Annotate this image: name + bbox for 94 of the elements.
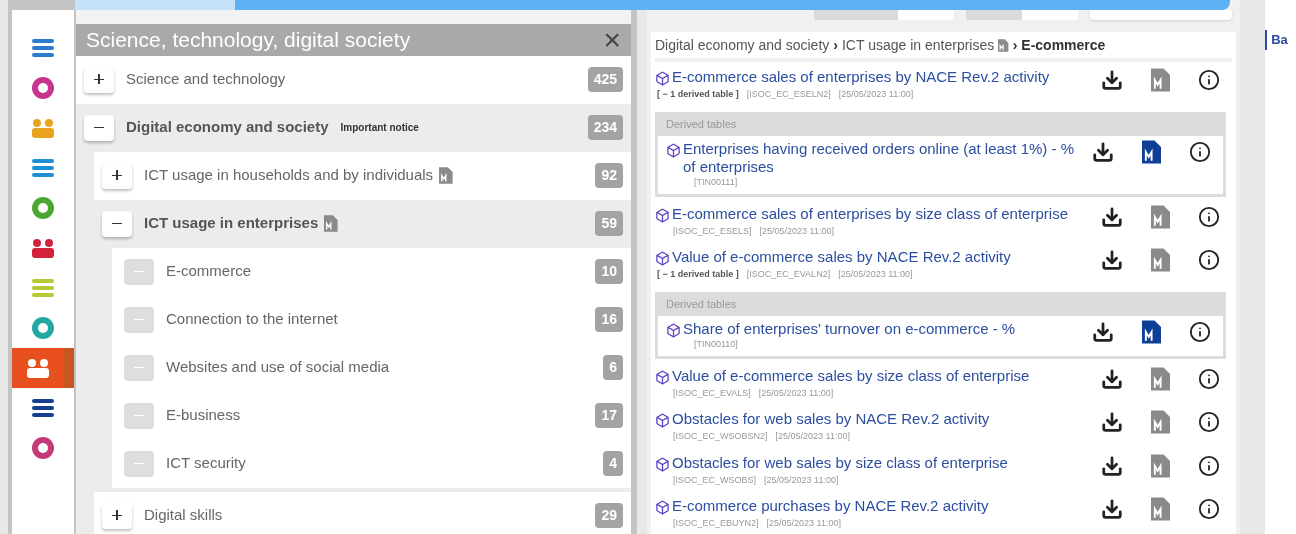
dataset-icon xyxy=(666,143,681,158)
dataset-code: [ISOC_EC_WSOBSN2] xyxy=(673,430,768,443)
dataset-code: [ISOC_EC_EBUYN2] xyxy=(673,517,759,530)
count-badge: 6 xyxy=(603,355,623,380)
download-icon[interactable] xyxy=(1091,321,1114,343)
count-badge: 425 xyxy=(587,67,623,92)
dataset-date: [25/05/2023 11:00] xyxy=(759,224,834,238)
dataset-link[interactable]: E-commerce purchases by NACE Rev.2 activity xyxy=(672,497,1005,515)
download-icon[interactable] xyxy=(1100,498,1123,520)
dataset-icon xyxy=(655,251,670,266)
dataset-icon xyxy=(655,369,670,385)
category-icon xyxy=(29,315,57,341)
dataset-date: [25/05/2023 11:00] xyxy=(766,517,841,530)
info-icon[interactable] xyxy=(1189,321,1212,343)
notice-link[interactable]: Important notice xyxy=(340,120,419,135)
expand-button[interactable] xyxy=(84,66,114,93)
download-icon[interactable] xyxy=(1091,141,1114,163)
category-icon xyxy=(29,195,57,221)
dataset-link[interactable]: Value of e-commerce sales by size class of enterprise xyxy=(672,366,1046,385)
dataset-code: [ISOC_EC_ESELN2] xyxy=(746,88,831,101)
dataset-link[interactable]: Enterprises having received orders online (at least 1%) - % of enterprises xyxy=(683,140,1092,176)
chevron-separator: › xyxy=(1012,35,1018,55)
derived-toggle[interactable]: [ − 1 derived table ] xyxy=(657,268,739,282)
dataset-code: [TIN00110] xyxy=(693,338,739,351)
dataset-code: [ISOC_EC_EVALS] xyxy=(673,386,751,400)
info-icon[interactable] xyxy=(1198,454,1221,477)
tree-item-label[interactable]: Digital skills xyxy=(144,504,223,527)
count-badge: 29 xyxy=(595,503,623,528)
panel-title: Science, technology, digital society xyxy=(86,27,411,53)
info-icon[interactable] xyxy=(1198,205,1221,228)
dataset-link[interactable]: Value of e-commerce sales by NACE Rev.2 activity xyxy=(672,248,1027,266)
count-badge: 234 xyxy=(587,115,623,140)
dataset-icon xyxy=(655,71,670,86)
tree-item-label[interactable]: ICT usage in households and by individuals xyxy=(144,164,434,187)
download-icon[interactable] xyxy=(1100,69,1123,91)
tree-item-label[interactable]: ICT security xyxy=(166,452,246,475)
chevron-separator: › xyxy=(833,35,838,55)
dataset-icon xyxy=(655,413,670,428)
count-badge: 92 xyxy=(595,163,623,188)
tree-item-label[interactable]: Websites and use of social media xyxy=(166,356,390,379)
count-badge: 16 xyxy=(595,307,623,332)
dataset-icon xyxy=(655,500,670,515)
tree-item-label[interactable]: Connection to the internet xyxy=(166,308,338,331)
dataset-date: [25/05/2023 11:00] xyxy=(838,268,913,281)
download-icon[interactable] xyxy=(1100,454,1123,477)
dataset-icon xyxy=(666,323,681,338)
info-icon[interactable] xyxy=(1198,411,1221,433)
category-icon xyxy=(29,435,57,461)
info-icon[interactable] xyxy=(1198,498,1221,520)
tree-item-label[interactable]: Science and technology xyxy=(126,68,286,91)
breadcrumb-link[interactable]: ICT usage in enterprises xyxy=(841,34,995,56)
dataset-date: [25/05/2023 11:00] xyxy=(764,473,839,487)
info-icon[interactable] xyxy=(1189,141,1212,163)
dataset-link[interactable]: Obstacles for web sales by size class of enterprise xyxy=(672,453,1024,472)
tree-item-label[interactable]: Digital economy and society xyxy=(126,116,329,139)
dataset-link[interactable]: Share of enterprises' turnover on e-commerce - % xyxy=(683,320,1032,338)
dataset-date: [25/05/2023 11:00] xyxy=(838,88,914,101)
count-badge: 10 xyxy=(595,259,623,284)
dataset-icon xyxy=(655,207,670,223)
expand-button[interactable] xyxy=(102,502,132,529)
download-icon[interactable] xyxy=(1100,249,1123,271)
info-icon[interactable] xyxy=(1198,249,1221,271)
count-badge: 4 xyxy=(603,451,623,476)
expand-button[interactable] xyxy=(102,162,132,189)
derived-heading: Derived tables xyxy=(665,116,738,132)
dataset-date: [25/05/2023 11:00] xyxy=(775,430,850,443)
tree-item-label[interactable]: E-business xyxy=(166,404,241,427)
dataset-link[interactable]: Obstacles for web sales by NACE Rev.2 activity xyxy=(672,410,1006,428)
download-icon[interactable] xyxy=(1100,205,1123,228)
download-icon[interactable] xyxy=(1100,411,1123,433)
dataset-link[interactable]: E-commerce sales of enterprises by size class of enterprise xyxy=(672,204,1084,223)
category-icon xyxy=(29,75,57,101)
count-badge: 59 xyxy=(595,211,623,236)
dataset-date: [25/05/2023 11:00] xyxy=(758,386,834,400)
metadata-icon[interactable] xyxy=(1141,140,1162,164)
tree-item-label[interactable]: E-commerce xyxy=(166,260,251,283)
dataset-link[interactable]: E-commerce sales of enterprises by NACE Rev.2 activity xyxy=(672,68,1066,86)
dataset-code: [TIN00111] xyxy=(693,176,739,189)
info-icon[interactable] xyxy=(1198,69,1221,91)
derived-heading: Derived tables xyxy=(665,296,738,312)
breadcrumb-link[interactable]: Digital economy and society xyxy=(655,34,830,56)
dataset-code: [ISOC_EC_ESELS] xyxy=(673,224,752,238)
dataset-code: [ISOC_EC_WSOBS] xyxy=(673,473,756,487)
info-icon[interactable] xyxy=(1198,367,1221,390)
dataset-icon xyxy=(655,456,670,472)
category-tab[interactable] xyxy=(12,348,74,388)
tree-item-label[interactable]: ICT usage in enterprises xyxy=(144,212,319,235)
close-button[interactable]: × xyxy=(603,24,621,55)
dataset-code: [ISOC_EC_EVALN2] xyxy=(746,268,831,281)
download-icon[interactable] xyxy=(1100,367,1123,390)
metadata-icon[interactable] xyxy=(1141,320,1162,344)
count-badge: 17 xyxy=(595,403,623,428)
derived-toggle[interactable]: [ − 1 derived table ] xyxy=(657,88,739,102)
side-tab[interactable]: Ba xyxy=(1265,30,1296,50)
